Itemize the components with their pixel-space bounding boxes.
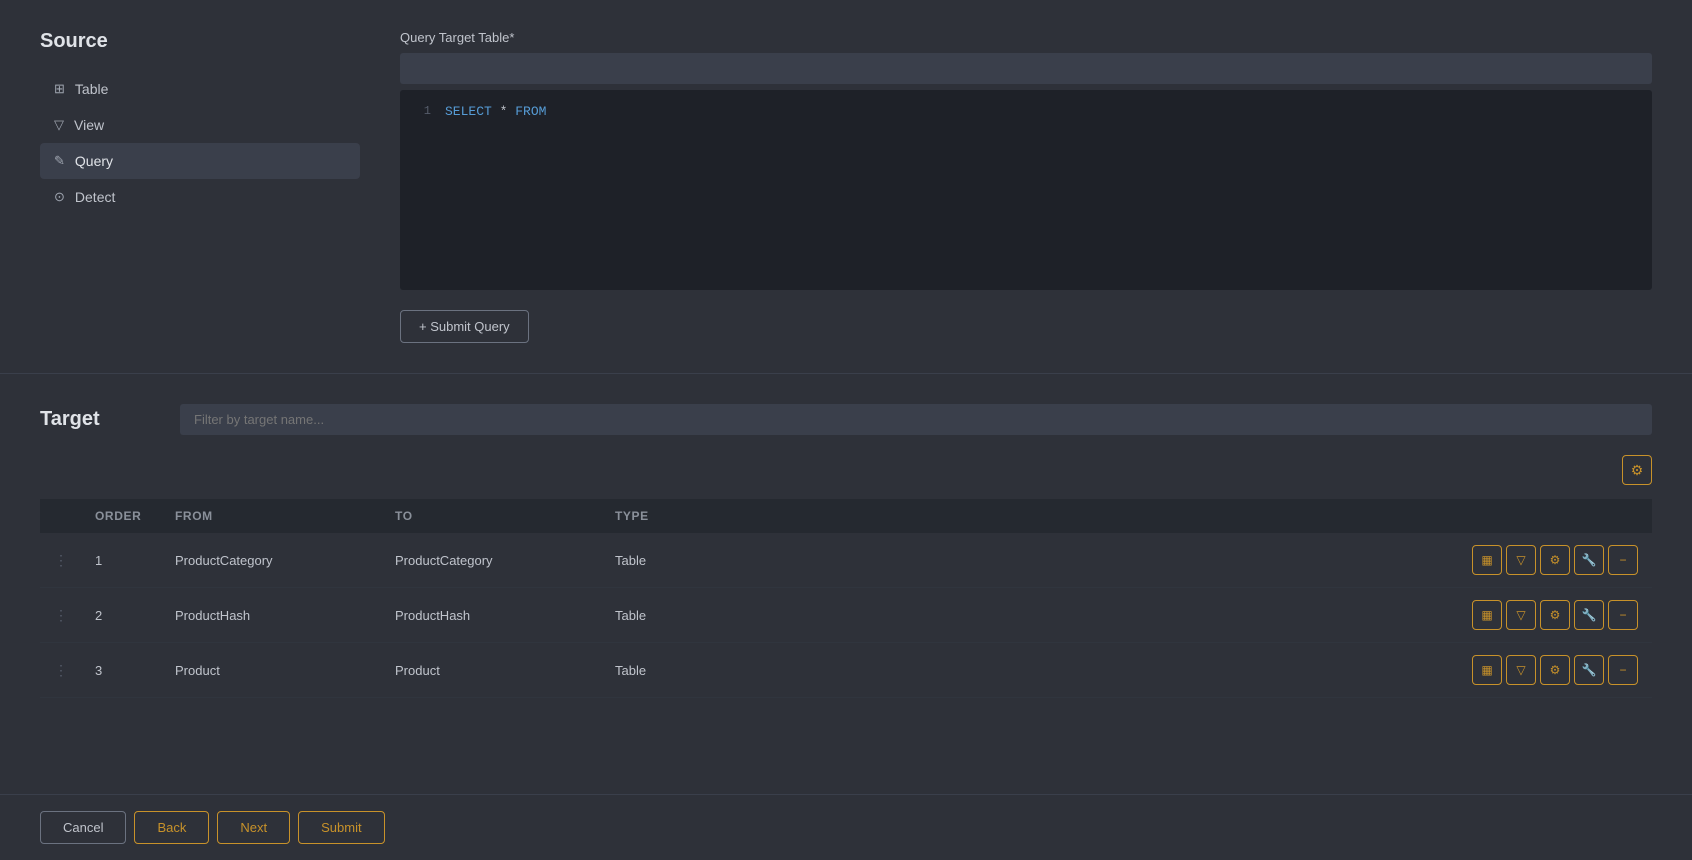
submit-button[interactable]: Submit — [298, 811, 384, 844]
to-3: Product — [381, 643, 601, 698]
filter-btn-3[interactable]: ▽ — [1506, 655, 1536, 685]
type-3: Table — [601, 643, 781, 698]
action-buttons-1: ▦ ▽ ⚙ 🔧 − — [795, 545, 1638, 575]
code-editor[interactable]: 1 SELECT * FROM — [400, 90, 1652, 290]
top-section: Source ⊞ Table ▽ View ✎ Query ⊙ Detect Q… — [0, 0, 1692, 363]
col-actions-header — [781, 499, 1652, 533]
keyword-from: FROM — [515, 104, 546, 119]
spacer — [0, 718, 1692, 794]
sidebar-item-table-label: Table — [75, 81, 108, 97]
footer: Cancel Back Next Submit — [0, 794, 1692, 860]
sidebar-item-view[interactable]: ▽ View — [40, 107, 360, 143]
remove-btn-2[interactable]: − — [1608, 600, 1638, 630]
detect-icon: ⊙ — [54, 189, 65, 205]
col-type-header: TYPE — [601, 499, 781, 533]
actions-2: ▦ ▽ ⚙ 🔧 − — [781, 588, 1652, 643]
from-3: Product — [161, 643, 381, 698]
table-header-row: ORDER FROM TO TYPE — [40, 499, 1652, 533]
code-line-1: 1 SELECT * FROM — [400, 102, 1652, 121]
sidebar-item-view-label: View — [74, 117, 104, 133]
query-label: Query Target Table* — [400, 30, 1652, 45]
drag-handle-1[interactable]: ⋮ — [40, 533, 81, 588]
from-2: ProductHash — [161, 588, 381, 643]
sidebar: Source ⊞ Table ▽ View ✎ Query ⊙ Detect — [40, 30, 360, 343]
order-1: 1 — [81, 533, 161, 588]
remove-btn-3[interactable]: − — [1608, 655, 1638, 685]
columns-btn-3[interactable]: ▦ — [1472, 655, 1502, 685]
view-icon: ▽ — [54, 117, 64, 133]
target-header: Target — [40, 404, 1652, 435]
table-icon: ⊞ — [54, 81, 65, 97]
drag-dots-icon: ⋮ — [54, 662, 67, 678]
sidebar-item-detect[interactable]: ⊙ Detect — [40, 179, 360, 215]
next-button[interactable]: Next — [217, 811, 290, 844]
target-table: ORDER FROM TO TYPE ⋮ 1 ProductCategory P… — [40, 499, 1652, 698]
col-from-header: FROM — [161, 499, 381, 533]
type-1: Table — [601, 533, 781, 588]
bottom-section: Target ⚙ ORDER FROM TO TYPE — [0, 394, 1692, 718]
target-title: Target — [40, 408, 160, 431]
table-row: ⋮ 2 ProductHash ProductHash Table ▦ ▽ ⚙ … — [40, 588, 1652, 643]
keyword-select: SELECT — [445, 104, 492, 119]
filter-input[interactable] — [180, 404, 1652, 435]
columns-btn-1[interactable]: ▦ — [1472, 545, 1502, 575]
to-2: ProductHash — [381, 588, 601, 643]
drag-handle-2[interactable]: ⋮ — [40, 588, 81, 643]
query-icon: ✎ — [54, 153, 65, 169]
main-layout: Source ⊞ Table ▽ View ✎ Query ⊙ Detect Q… — [0, 0, 1692, 860]
code-star: * — [500, 104, 516, 119]
wrench-btn-1[interactable]: 🔧 — [1574, 545, 1604, 575]
cancel-button[interactable]: Cancel — [40, 811, 126, 844]
settings-btn-2[interactable]: ⚙ — [1540, 600, 1570, 630]
actions-3: ▦ ▽ ⚙ 🔧 − — [781, 643, 1652, 698]
action-buttons-2: ▦ ▽ ⚙ 🔧 − — [795, 600, 1638, 630]
query-content-area: Query Target Table* 1 SELECT * FROM + Su… — [400, 30, 1652, 343]
sidebar-item-query[interactable]: ✎ Query — [40, 143, 360, 179]
add-target-button[interactable]: ⚙ — [1622, 455, 1652, 485]
type-2: Table — [601, 588, 781, 643]
wrench-btn-3[interactable]: 🔧 — [1574, 655, 1604, 685]
columns-btn-2[interactable]: ▦ — [1472, 600, 1502, 630]
submit-query-button[interactable]: + Submit Query — [400, 310, 529, 343]
to-1: ProductCategory — [381, 533, 601, 588]
section-divider — [0, 373, 1692, 374]
back-button[interactable]: Back — [134, 811, 209, 844]
order-2: 2 — [81, 588, 161, 643]
action-buttons-3: ▦ ▽ ⚙ 🔧 − — [795, 655, 1638, 685]
col-order-header: ORDER — [81, 499, 161, 533]
from-1: ProductCategory — [161, 533, 381, 588]
drag-dots-icon: ⋮ — [54, 607, 67, 623]
drag-handle-3[interactable]: ⋮ — [40, 643, 81, 698]
sidebar-item-query-label: Query — [75, 153, 113, 169]
col-to-header: TO — [381, 499, 601, 533]
query-target-input[interactable] — [400, 53, 1652, 84]
table-row: ⋮ 3 Product Product Table ▦ ▽ ⚙ 🔧 − — [40, 643, 1652, 698]
line-number-1: 1 — [400, 104, 445, 119]
table-body: ⋮ 1 ProductCategory ProductCategory Tabl… — [40, 533, 1652, 698]
order-3: 3 — [81, 643, 161, 698]
filter-btn-1[interactable]: ▽ — [1506, 545, 1536, 575]
code-content-1: SELECT * FROM — [445, 104, 546, 119]
filter-btn-2[interactable]: ▽ — [1506, 600, 1536, 630]
source-title: Source — [40, 30, 360, 53]
drag-dots-icon: ⋮ — [54, 552, 67, 568]
actions-1: ▦ ▽ ⚙ 🔧 − — [781, 533, 1652, 588]
settings-btn-1[interactable]: ⚙ — [1540, 545, 1570, 575]
wrench-btn-2[interactable]: 🔧 — [1574, 600, 1604, 630]
table-row: ⋮ 1 ProductCategory ProductCategory Tabl… — [40, 533, 1652, 588]
table-head: ORDER FROM TO TYPE — [40, 499, 1652, 533]
sidebar-item-detect-label: Detect — [75, 189, 115, 205]
sidebar-item-table[interactable]: ⊞ Table — [40, 71, 360, 107]
settings-btn-3[interactable]: ⚙ — [1540, 655, 1570, 685]
remove-btn-1[interactable]: − — [1608, 545, 1638, 575]
col-drag — [40, 499, 81, 533]
